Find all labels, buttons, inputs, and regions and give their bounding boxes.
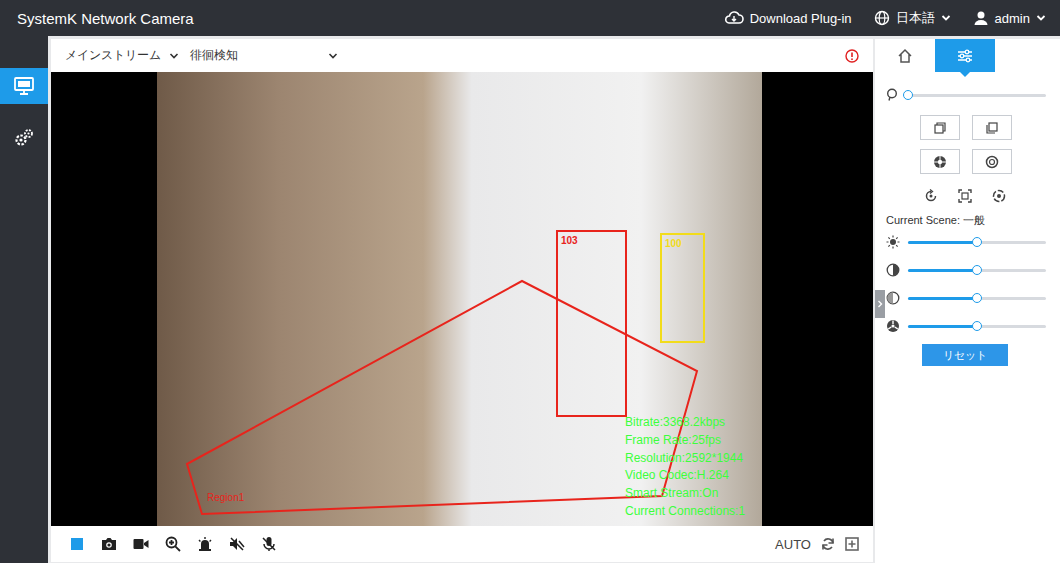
control-button[interactable] [157,532,189,556]
globe-icon [874,10,890,26]
sliders-icon [957,49,973,63]
image-settings-panel: Current Scene: 一般リセット [875,39,1060,563]
alarm-icon [197,536,213,552]
alert-icon[interactable] [845,49,859,63]
image-slider-row [875,256,1060,284]
panel-tab[interactable] [875,39,935,72]
video-player: Region1 103 100 Bitrate:3368.2kbpsFrame Rat… [51,72,873,526]
copy-icon [986,122,998,134]
image-slider-row [875,312,1060,340]
view-toolbar: メインストリーム徘徊検知 [51,39,873,72]
copy-icon [934,122,946,134]
aperture-icon [933,155,947,169]
stream-select[interactable]: メインストリーム [65,47,190,64]
region-label: Region1 [207,492,244,503]
sun-icon [886,235,900,249]
focus-near-button[interactable] [920,149,960,174]
video-camera-icon [133,538,149,550]
control-button[interactable] [61,532,93,556]
image-slider[interactable] [908,241,1046,244]
home-icon [897,48,913,64]
zoom-in-button[interactable] [972,115,1012,140]
sidebar [0,36,48,563]
sidebar-item[interactable] [0,120,48,156]
event-select[interactable]: 徘徊検知 [190,47,338,64]
one-push-focus-icon[interactable] [924,189,938,203]
chevron-down-icon [1036,14,1046,22]
mic-muted-icon [261,536,277,552]
cloud-download-icon [724,10,744,26]
live-view: メインストリーム徘徊検知 Region1 103 100 Bitrate:3368.2k… [48,36,875,563]
refresh-icon[interactable] [821,537,835,551]
magnifier-icon [886,88,900,102]
speaker-muted-icon [229,536,245,552]
chevron-down-icon [941,14,951,22]
contrast-icon [886,263,900,277]
chevron-down-icon [328,52,338,60]
top-bar: SystemK Network Camera Download Plug-in 日本… [0,0,1060,36]
language-select[interactable]: 日本語 [874,9,951,27]
fit-frame-icon[interactable] [958,189,972,203]
focus-far-button[interactable] [972,149,1012,174]
chevron-down-icon [169,52,179,60]
saturation-icon [886,291,900,305]
image-slider[interactable] [908,297,1046,300]
detection-box: 100 [660,233,705,343]
zoom-in-icon [165,536,181,552]
detection-box: 103 [556,230,627,417]
control-button[interactable] [253,532,285,556]
sharpness-icon [886,319,900,333]
collapse-handle[interactable] [875,290,885,318]
image-slider-row [875,284,1060,312]
control-button[interactable] [189,532,221,556]
aperture-outline-icon [985,155,999,169]
current-scene: Current Scene: 一般 [875,213,1060,228]
reset-button[interactable]: リセット [922,344,1008,366]
mode-label: AUTO [775,537,811,552]
chevron-right-icon [877,300,883,308]
zoom-out-button[interactable] [920,115,960,140]
zoom-slider[interactable] [908,94,1046,97]
monitor-icon [13,76,35,96]
user-menu[interactable]: admin [973,10,1046,26]
control-button[interactable] [93,532,125,556]
gears-icon [13,127,35,149]
control-button[interactable] [221,532,253,556]
sidebar-item[interactable] [0,68,48,104]
fullscreen-icon[interactable] [845,537,859,551]
image-slider-row [875,228,1060,256]
stop-icon [71,538,83,550]
lens-reset-icon[interactable] [992,189,1006,203]
player-controls: AUTO [51,526,873,562]
camera-app: SystemK Network Camera Download Plug-in 日本… [0,0,1060,563]
image-slider[interactable] [908,269,1046,272]
control-button[interactable] [125,532,157,556]
app-title: SystemK Network Camera [17,10,194,27]
user-icon [973,10,989,26]
stream-info: Bitrate:3368.2kbpsFrame Rate:25fpsResolu… [625,414,745,521]
download-plugin-link[interactable]: Download Plug-in [724,10,852,26]
camera-icon [101,537,117,551]
image-slider[interactable] [908,325,1046,328]
panel-tab[interactable] [935,39,995,72]
